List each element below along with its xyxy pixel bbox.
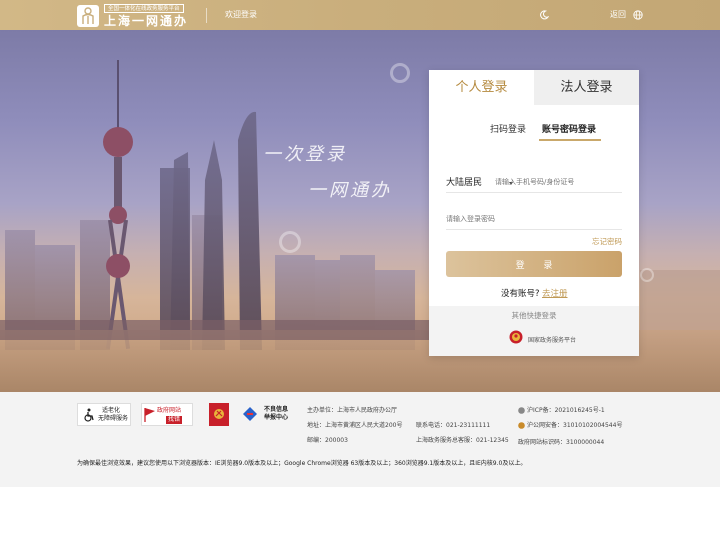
tab-account-login[interactable]: 账号密码登录 (542, 124, 596, 136)
decor-bubble (640, 268, 654, 282)
police-record[interactable]: 沪公网安备：31010102004544号 (527, 421, 622, 430)
logo-icon[interactable] (77, 5, 99, 27)
report-center-badge[interactable]: 不良信息 举报中心 (240, 403, 296, 426)
tab-qr-login[interactable]: 扫码登录 (490, 124, 526, 136)
resident-type-select[interactable]: 大陆居民 (446, 177, 482, 189)
password-input[interactable] (446, 208, 622, 230)
decor-bubble (390, 63, 410, 83)
report-line2: 举报中心 (264, 414, 289, 421)
gov-site-line1: 政府网站 (157, 407, 182, 414)
icp-record[interactable]: 沪ICP备：2021016245号-1 (527, 406, 605, 415)
info-icon (518, 407, 525, 414)
emblem-mark (214, 409, 224, 419)
site-id-code: 政府网站标识码：3100000044 (518, 439, 605, 446)
gov-site-line2: 找错 (166, 416, 183, 424)
service-hotline: 上海政务服务总客服：021-12345 (416, 437, 509, 444)
globe-icon[interactable] (633, 10, 643, 20)
hero-banner: 一次登录 一网通办 个人登录 法人登录 扫码登录 账号密码登录 大陆居民 忘记密… (0, 30, 720, 392)
flag-icon (144, 408, 155, 422)
gov-site-error-badge[interactable]: 政府网站 找错 (141, 403, 193, 426)
phone-id-input[interactable] (495, 171, 622, 193)
postcode: 邮编：200003 (307, 437, 348, 444)
forgot-password-link[interactable]: 忘记密码 (592, 237, 622, 247)
report-icon (243, 407, 257, 421)
tab-personal-login[interactable]: 个人登录 (429, 70, 534, 105)
page: 全国一体化在线政务服务平台 上海一网通办 欢迎登录 返回 一次登录 一网通办 个… (0, 0, 720, 540)
no-account-text: 没有账号? (501, 289, 540, 299)
browser-note: 为确保最佳浏览效果，建议您使用以下浏览器版本：IE浏览器9.0版本及以上；Goo… (77, 460, 527, 467)
party-emblem-icon[interactable] (209, 403, 229, 426)
slogan-line2: 一网通办 (308, 180, 392, 201)
accessibility-line1: 适老化 (102, 407, 121, 414)
contact-phone: 联系电话：021-23111111 (416, 422, 491, 429)
accessibility-badge[interactable]: 适老化 无障碍服务 (77, 403, 131, 426)
decor-bubble (279, 231, 301, 253)
back-link[interactable]: 返回 (610, 9, 626, 21)
top-bar: 全国一体化在线政务服务平台 上海一网通办 欢迎登录 返回 (0, 0, 720, 30)
slogan-line1: 一次登录 (263, 144, 347, 165)
register-link[interactable]: 去注册 (542, 288, 568, 300)
police-badge-icon (518, 422, 525, 429)
gov-platform-link[interactable]: 国家政务服务平台 (528, 336, 576, 345)
moon-icon[interactable] (539, 10, 549, 20)
header-divider (206, 8, 207, 23)
address: 地址：上海市黄浦区人民大道200号 (307, 422, 403, 429)
host-unit: 主办单位：上海市人民政府办公厅 (307, 407, 398, 414)
quick-login-title: 其他快捷登录 (511, 311, 557, 320)
accessibility-line2: 无障碍服务 (98, 415, 129, 422)
tab-corporate-login[interactable]: 法人登录 (534, 70, 639, 105)
active-tab-underline (539, 139, 601, 141)
login-button[interactable]: 登 录 (446, 251, 622, 277)
national-emblem-icon[interactable] (509, 330, 523, 344)
footer: 适老化 无障碍服务 政府网站 找错 不良信息 举报中心 主办单位：上海市人民政府… (0, 392, 720, 487)
report-line1: 不良信息 (264, 406, 289, 413)
logo-tagline: 全国一体化在线政务服务平台 (104, 4, 184, 13)
wheelchair-icon (84, 408, 94, 422)
welcome-text: 欢迎登录 (225, 10, 257, 19)
logo-title[interactable]: 上海一网通办 (104, 14, 188, 28)
login-card: 个人登录 法人登录 扫码登录 账号密码登录 大陆居民 忘记密码 登 录 没有账号… (429, 70, 639, 356)
